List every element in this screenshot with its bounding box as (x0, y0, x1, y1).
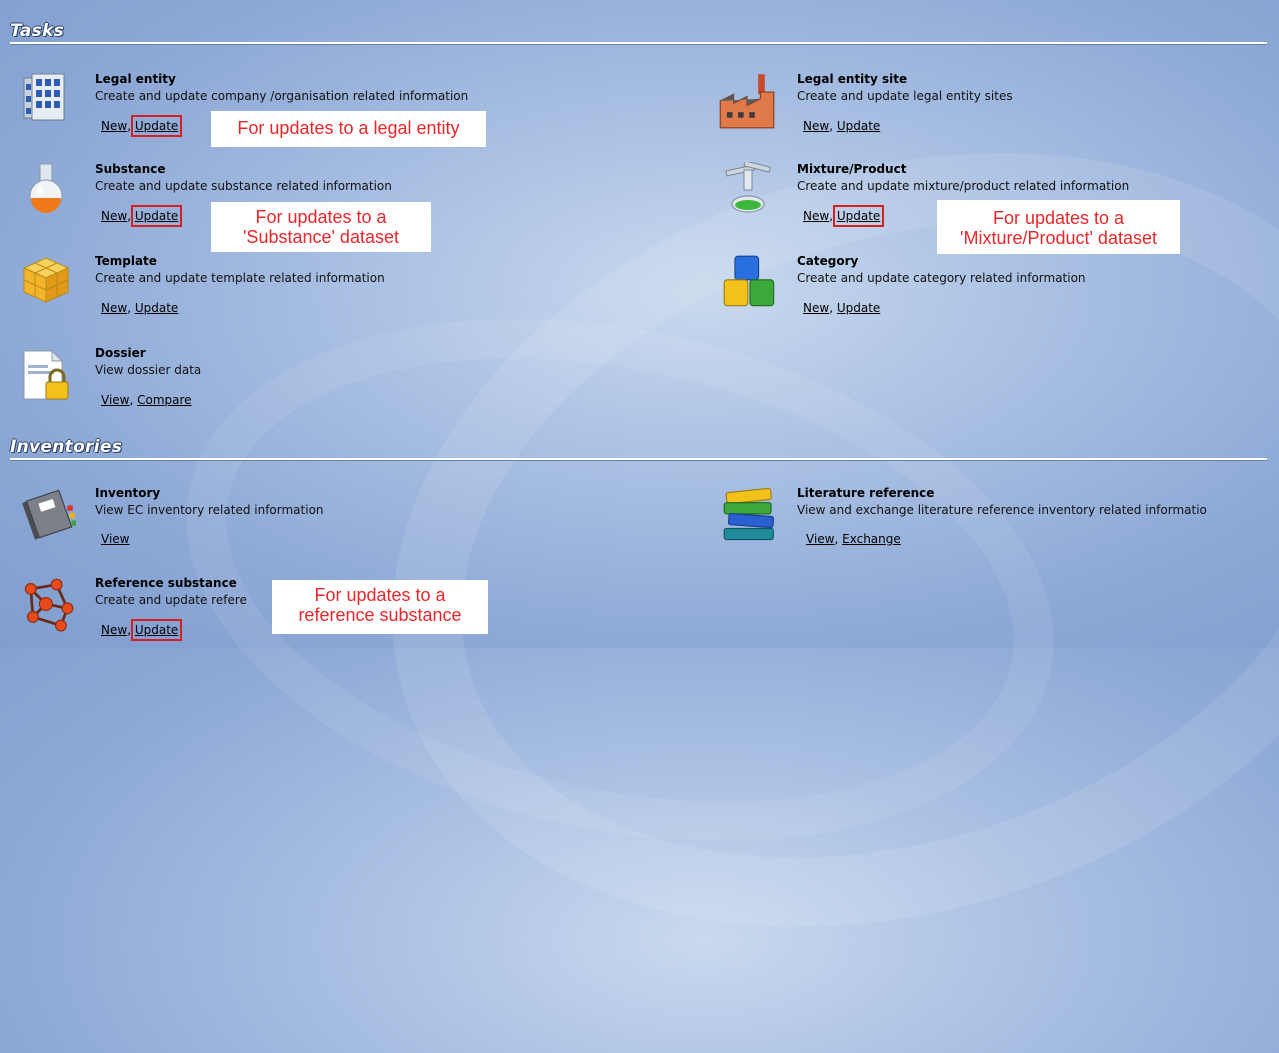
locked-document-icon (23, 349, 69, 400)
inventory-description: View and exchange literature reference i… (797, 503, 1207, 517)
factory-icon (719, 74, 775, 129)
task-description: Create and update mixture/product relate… (797, 179, 1130, 193)
task-description: Create and update substance related info… (95, 179, 392, 193)
update-substance-link[interactable]: Update (130, 205, 183, 227)
inventory-description: View EC inventory related information (95, 503, 324, 517)
building-icon (23, 73, 65, 121)
view-inventory-link[interactable]: View (101, 532, 129, 546)
callout-legal-entity: For updates to a legal entity (211, 111, 486, 147)
task-title: Dossier (95, 346, 146, 360)
new-template-link[interactable]: New (101, 301, 127, 315)
section-divider (10, 458, 1267, 460)
update-legal-entity-link[interactable]: Update (130, 115, 183, 137)
task-description: Create and update legal entity sites (797, 89, 1013, 103)
task-legal-entity-site: Legal entity site Create and update lega… (719, 72, 1262, 142)
view-dossier-link[interactable]: View (101, 393, 129, 407)
update-template-link[interactable]: Update (135, 301, 178, 315)
task-title: Template (95, 254, 157, 268)
section-divider (10, 42, 1267, 44)
update-legal-entity-site-link[interactable]: Update (837, 119, 880, 133)
tasks-section-header: Tasks (10, 18, 1267, 44)
new-legal-entity-link[interactable]: New (101, 119, 127, 133)
new-category-link[interactable]: New (803, 301, 829, 315)
update-category-link[interactable]: Update (837, 301, 880, 315)
task-title: Category (797, 254, 859, 268)
new-mixture-product-link[interactable]: New (803, 209, 829, 223)
flask-icon (29, 163, 63, 213)
task-template: Template Create and update template rela… (20, 254, 620, 324)
callout-mixture-product: For updates to a 'Mixture/Product' datas… (937, 200, 1180, 254)
task-dossier: Dossier View dossier data View, Compare (20, 346, 620, 416)
task-category: Category Create and update category rela… (722, 254, 1262, 324)
inventory-literature-reference: Literature reference View and exchange l… (722, 486, 1279, 556)
exchange-literature-link[interactable]: Exchange (842, 532, 901, 546)
task-title: Substance (95, 162, 166, 176)
update-mixture-product-link[interactable]: Update (832, 205, 885, 227)
molecule-icon (24, 578, 74, 632)
template-cube-icon (22, 257, 70, 303)
task-title: Legal entity (95, 72, 176, 86)
binder-icon (22, 489, 76, 540)
task-description: Create and update template related infor… (95, 271, 385, 285)
inventory-title: Inventory (95, 486, 161, 500)
books-icon (723, 487, 775, 541)
inventory-inventory: Inventory View EC inventory related info… (20, 486, 620, 556)
task-title: Legal entity site (797, 72, 908, 86)
new-legal-entity-site-link[interactable]: New (803, 119, 829, 133)
inventory-title: Literature reference (797, 486, 935, 500)
task-title: Mixture/Product (797, 162, 907, 176)
inventories-section-header: Inventories (10, 434, 1267, 460)
mixture-flask-icon (725, 162, 771, 213)
task-description: View dossier data (95, 363, 202, 377)
section-title: Inventories (10, 437, 123, 457)
view-literature-link[interactable]: View (806, 532, 834, 546)
section-title: Tasks (10, 21, 65, 41)
compare-dossier-link[interactable]: Compare (137, 393, 191, 407)
inventory-title: Reference substance (95, 576, 237, 590)
update-reference-substance-link[interactable]: Update (130, 619, 183, 641)
task-description: Create and update company /organisation … (95, 89, 469, 103)
category-blocks-icon (723, 255, 775, 307)
task-description: Create and update category related infor… (797, 271, 1086, 285)
new-substance-link[interactable]: New (101, 209, 127, 223)
callout-reference-substance: For updates to a reference substance (272, 580, 488, 634)
callout-substance: For updates to a 'Substance' dataset (211, 202, 431, 252)
new-reference-substance-link[interactable]: New (101, 623, 127, 637)
